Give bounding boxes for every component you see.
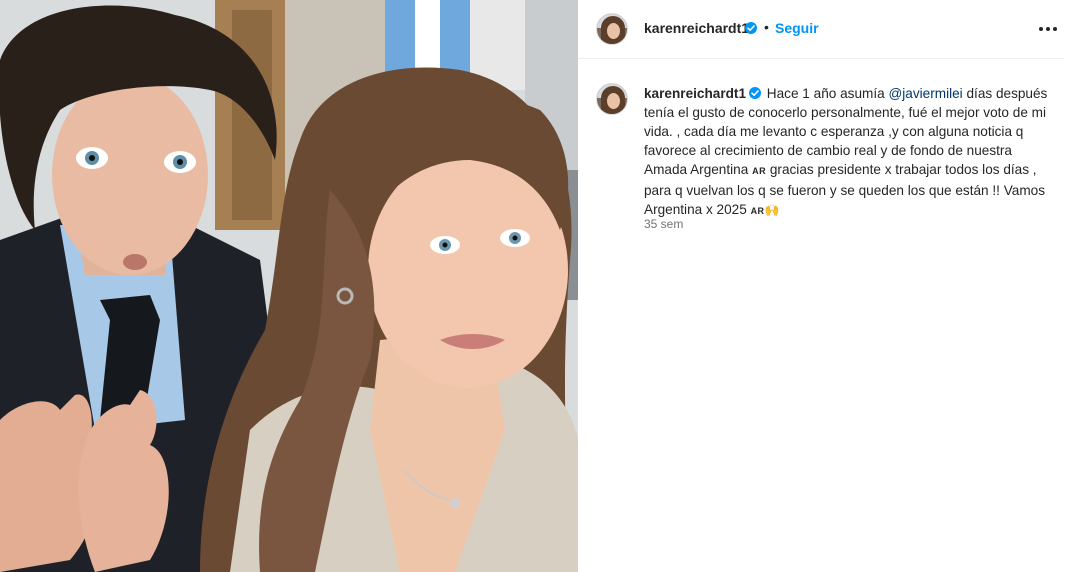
post-header: karenreichardt1 • Seguir bbox=[578, 0, 1064, 59]
post-timestamp[interactable]: 35 sem bbox=[644, 217, 683, 231]
argentina-flag-icon: AR bbox=[750, 206, 765, 216]
verified-badge-icon bbox=[745, 22, 757, 34]
argentina-flag-icon: AR bbox=[752, 166, 767, 176]
selfie-image bbox=[0, 0, 578, 572]
separator-dot: • bbox=[764, 19, 769, 35]
post-details-panel: karenreichardt1 • Seguir karenreichardt1… bbox=[578, 0, 1082, 572]
follow-button[interactable]: Seguir bbox=[775, 20, 819, 36]
verified-badge-icon bbox=[749, 87, 762, 99]
post-photo[interactable] bbox=[0, 0, 578, 572]
mention-link[interactable]: @javiermilei bbox=[888, 86, 962, 101]
more-options-icon[interactable] bbox=[1038, 20, 1062, 38]
raised-hands-icon: 🙌 bbox=[764, 203, 780, 217]
caption-username[interactable]: karenreichardt1 bbox=[644, 86, 746, 101]
caption-text: Hace 1 año asumía bbox=[766, 86, 889, 101]
header-username[interactable]: karenreichardt1 bbox=[644, 20, 749, 36]
post-caption: karenreichardt1 Hace 1 año asumía @javie… bbox=[644, 84, 1049, 221]
caption-avatar[interactable] bbox=[596, 83, 628, 115]
profile-avatar[interactable] bbox=[596, 13, 628, 45]
